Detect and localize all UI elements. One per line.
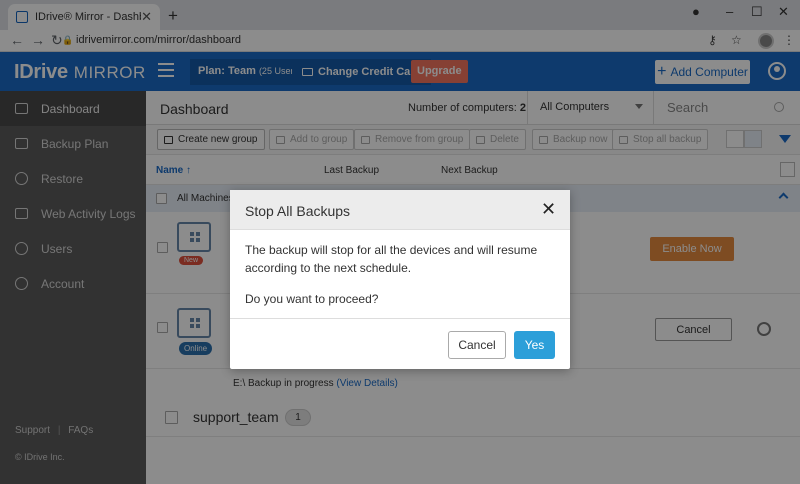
dialog-divider [230,318,570,319]
dialog-question: Do you want to proceed? [245,292,379,306]
close-icon[interactable]: ✕ [541,200,556,218]
dialog-message: The backup will stop for all the devices… [245,243,538,275]
dialog-title: Stop All Backups [245,203,351,219]
stop-all-backups-dialog: Stop All Backups ✕ The backup will stop … [230,190,570,369]
dialog-header: Stop All Backups ✕ [230,190,570,230]
yes-button[interactable]: Yes [514,331,555,359]
cancel-button[interactable]: Cancel [448,331,506,359]
